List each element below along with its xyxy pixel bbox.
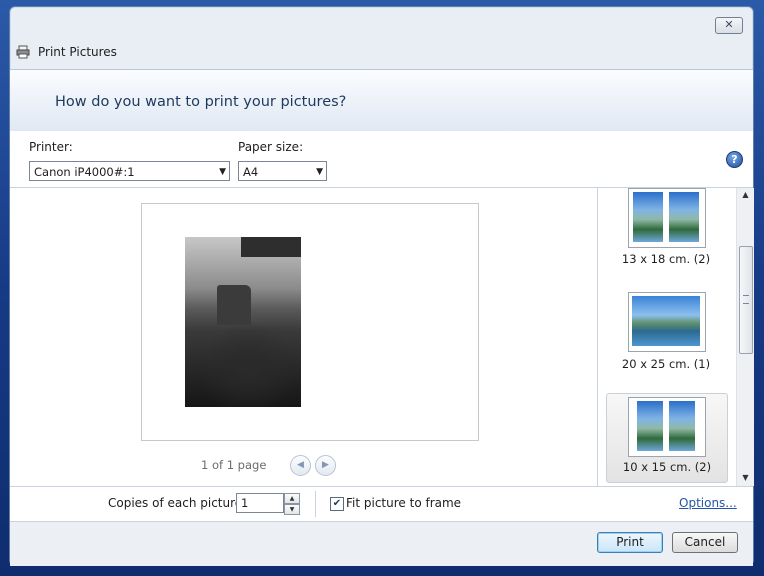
printer-icon (16, 45, 30, 59)
copies-row: Copies of each picture: 1 ▲ ▼ ✔ Fit pict… (10, 487, 753, 521)
arrow-left-icon: ◀ (297, 460, 304, 470)
print-button[interactable]: Print (597, 532, 663, 553)
app-title-row: Print Pictures (16, 43, 117, 61)
print-pictures-dialog: ✕ Print Pictures How do you want to prin… (9, 6, 754, 566)
page-counter: 1 of 1 page (201, 458, 267, 472)
copies-label: Copies of each picture: (108, 496, 247, 510)
help-icon[interactable]: ? (726, 151, 743, 168)
scroll-up-icon[interactable]: ▲ (737, 188, 754, 202)
scrollbar-thumb[interactable] (739, 246, 753, 354)
close-button[interactable]: ✕ (715, 17, 743, 34)
layout-item-10x15[interactable]: 10 x 15 cm. (2) (606, 393, 728, 483)
layout-label: 13 x 18 cm. (2) (621, 252, 711, 266)
arrow-right-icon: ▶ (322, 460, 329, 470)
preview-photo (185, 237, 301, 407)
layout-thumbnail (628, 292, 706, 352)
title-bar: ✕ (10, 7, 753, 35)
layout-thumbnail (628, 397, 706, 457)
fit-picture-checkbox[interactable]: ✔ (330, 497, 344, 511)
previous-page-button[interactable]: ◀ (290, 455, 311, 476)
chevron-down-icon: ▼ (316, 167, 323, 177)
page-title: How do you want to print your pictures? (55, 94, 347, 110)
decrement-icon[interactable]: ▼ (284, 504, 300, 515)
header-banner: How do you want to print your pictures? (10, 69, 753, 133)
layout-label: 20 x 25 cm. (1) (621, 357, 711, 371)
divider (315, 491, 316, 517)
main-panel: Printer: Canon iP4000#:1 ▼ Paper size: A… (10, 131, 754, 521)
print-preview-area: 1 of 1 page ◀ ▶ (10, 188, 597, 486)
dialog-footer: Print Cancel (10, 521, 753, 566)
printer-label: Printer: (29, 140, 73, 154)
chevron-down-icon: ▼ (219, 167, 226, 177)
fit-picture-label[interactable]: Fit picture to frame (346, 496, 461, 510)
scroll-down-icon[interactable]: ▼ (737, 471, 754, 485)
next-page-button[interactable]: ▶ (315, 455, 336, 476)
layout-scrollbar[interactable]: ▲ ▼ (736, 188, 754, 486)
window-title: Print Pictures (38, 45, 117, 59)
checkmark-icon: ✔ (332, 498, 342, 509)
copies-input[interactable]: 1 (236, 493, 284, 513)
close-icon: ✕ (724, 18, 734, 31)
paper-size-select[interactable]: A4 ▼ (238, 161, 327, 181)
cancel-button[interactable]: Cancel (672, 532, 738, 553)
layout-list: 13 x 18 cm. (2) 20 x 25 cm. (1) 10 x 15 … (597, 188, 754, 486)
layout-thumbnail (628, 188, 706, 248)
options-link[interactable]: Options... (679, 496, 737, 510)
copies-stepper[interactable]: ▲ ▼ (284, 493, 300, 515)
preview-page (141, 203, 479, 441)
printer-select[interactable]: Canon iP4000#:1 ▼ (29, 161, 230, 181)
paper-size-label: Paper size: (238, 140, 304, 154)
layout-label: 10 x 15 cm. (2) (622, 460, 712, 474)
increment-icon[interactable]: ▲ (284, 493, 300, 504)
